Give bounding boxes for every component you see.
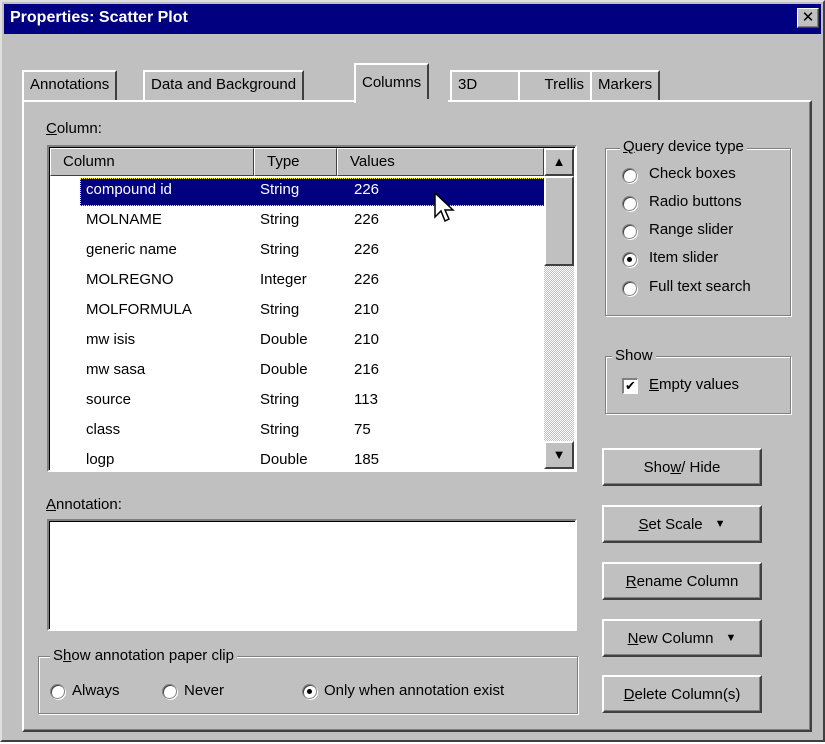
cell-values: 75 [354, 421, 371, 438]
cell-type: Integer [260, 271, 307, 288]
rename-column-button[interactable]: Rename Column [602, 562, 762, 600]
set-scale-button[interactable]: Set Scale ▼ [602, 505, 762, 543]
cell-values: 113 [354, 391, 378, 408]
radio-item-slider-label[interactable]: Item slider [649, 249, 718, 266]
chevron-down-icon: ▼ [714, 518, 726, 530]
header-column[interactable]: Column [50, 148, 254, 176]
scroll-down-button[interactable]: ▼ [544, 441, 574, 469]
list-row[interactable]: class String 75 [50, 416, 544, 446]
mouse-pointer-icon [434, 192, 455, 223]
cell-type: String [260, 421, 300, 438]
list-row[interactable]: source String 113 [50, 386, 544, 416]
annotation-label: Annotation: [46, 496, 122, 513]
cell-type: Double [260, 331, 308, 348]
header-type[interactable]: Type [254, 148, 337, 176]
show-hide-button[interactable]: Sho w / Hide [602, 448, 762, 486]
radio-always[interactable] [50, 684, 65, 699]
list-row[interactable]: generic name String 226 [50, 236, 544, 266]
radio-range-slider-label[interactable]: Range slider [649, 221, 733, 238]
cell-values: 226 [354, 241, 380, 258]
radio-radio-buttons[interactable] [622, 196, 637, 211]
cell-column: MOLREGNO [86, 271, 174, 288]
cell-values: 185 [354, 451, 380, 468]
cell-column: compound id [86, 181, 172, 198]
radio-never-label[interactable]: Never [184, 682, 224, 699]
radio-only-when-label[interactable]: Only when annotation exist [324, 682, 504, 699]
cell-type: Double [260, 361, 308, 378]
radio-check-boxes-label[interactable]: Check boxes [649, 165, 736, 182]
cell-column: MOLFORMULA [86, 301, 192, 318]
cell-type: String [260, 391, 300, 408]
list-row[interactable]: MOLREGNO Integer 226 [50, 266, 544, 296]
annotation-textarea[interactable] [47, 519, 577, 631]
empty-values-checkbox[interactable]: ✔ [622, 378, 638, 394]
cell-values: 210 [354, 301, 380, 318]
cell-column: generic name [86, 241, 177, 258]
cell-values: 226 [354, 181, 380, 198]
list-row[interactable]: mw isis Double 210 [50, 326, 544, 356]
cell-column: class [86, 421, 121, 438]
radio-full-text-search-label[interactable]: Full text search [649, 278, 751, 295]
cell-column: mw sasa [86, 361, 146, 378]
cell-column: MOLNAME [86, 211, 162, 228]
radio-never[interactable] [162, 684, 177, 699]
cell-type: String [260, 211, 300, 228]
cell-values: 216 [354, 361, 380, 378]
cell-values: 226 [354, 271, 380, 288]
panel-content: Column: Column Type Values compound id S… [2, 2, 825, 744]
chevron-down-icon: ▼ [725, 632, 737, 644]
delete-columns-button[interactable]: Delete Column(s) [602, 675, 762, 713]
scroll-up-button[interactable]: ▲ [544, 148, 574, 176]
list-row[interactable]: mw sasa Double 216 [50, 356, 544, 386]
list-row[interactable]: compound id String 226 [50, 176, 545, 206]
column-list-scrollbar[interactable]: ▲ ▼ [544, 148, 574, 469]
cell-column: source [86, 391, 132, 408]
radio-range-slider[interactable] [622, 224, 637, 239]
cell-column: logp [86, 451, 115, 468]
header-values[interactable]: Values [337, 148, 544, 176]
cell-column: mw isis [86, 331, 136, 348]
cell-type: String [260, 301, 300, 318]
radio-radio-buttons-label[interactable]: Radio buttons [649, 193, 742, 210]
radio-check-boxes[interactable] [622, 168, 637, 183]
cell-type: Double [260, 451, 308, 468]
cell-values: 226 [354, 211, 380, 228]
column-list[interactable]: Column Type Values compound id String 22… [47, 145, 577, 472]
radio-only-when-annotation-exist[interactable] [302, 684, 317, 699]
show-group-title: Show [612, 347, 656, 364]
list-row[interactable]: logp Double 185 [50, 446, 544, 470]
list-row[interactable]: MOLNAME String 226 [50, 206, 544, 236]
cell-type: String [260, 181, 300, 198]
radio-item-slider[interactable] [622, 252, 637, 267]
column-list-header: Column Type Values [50, 148, 544, 176]
list-row[interactable]: MOLFORMULA String 210 [50, 296, 544, 326]
paperclip-group-title: Show annotation paper clip [50, 647, 237, 664]
cell-values: 210 [354, 331, 380, 348]
radio-always-label[interactable]: Always [72, 682, 120, 699]
column-list-label: Column: [46, 120, 102, 137]
new-column-button[interactable]: New Column ▼ [602, 619, 762, 657]
scroll-thumb[interactable] [544, 176, 574, 266]
query-device-group-title: Query device type [620, 138, 747, 155]
empty-values-label[interactable]: Empty values [649, 376, 739, 393]
cell-type: String [260, 241, 300, 258]
radio-full-text-search[interactable] [622, 281, 637, 296]
properties-dialog: Properties: Scatter Plot ✕ Annotations D… [0, 0, 825, 742]
